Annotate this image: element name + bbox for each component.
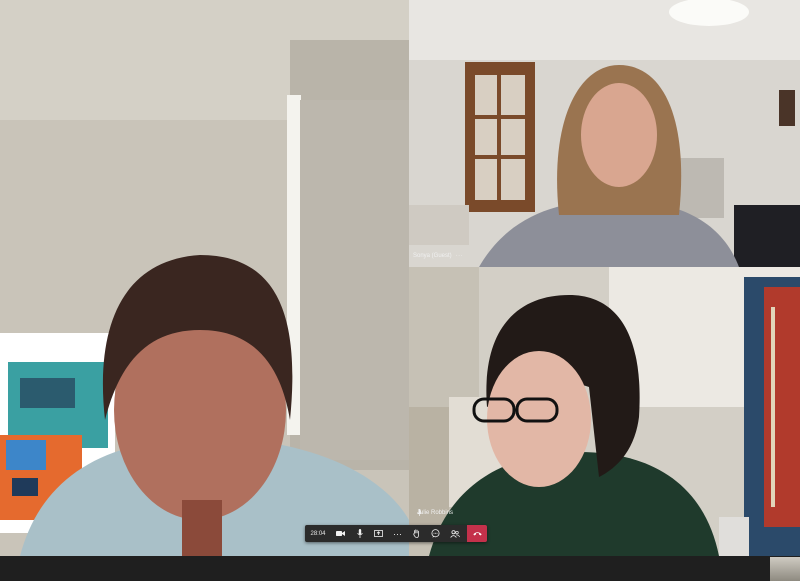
- camera-icon: [336, 531, 345, 536]
- people-icon: [449, 529, 460, 538]
- more-actions-button[interactable]: ···: [388, 525, 407, 542]
- top-right-video-feed: [409, 0, 800, 267]
- more-icon: ···: [393, 528, 402, 539]
- microphone-button[interactable]: [350, 525, 369, 542]
- bottom-strip: [0, 556, 800, 581]
- chat-button[interactable]: [426, 525, 445, 542]
- main-video-feed: [0, 0, 409, 556]
- video-tile-top-right[interactable]: Sonya (Guest) ···: [409, 0, 800, 267]
- camera-button[interactable]: [331, 525, 350, 542]
- share-screen-button[interactable]: [369, 525, 388, 542]
- meeting-controls-bar: 28:04 ···: [305, 525, 487, 542]
- participant-name-tag: Sonya (Guest) ···: [413, 252, 463, 260]
- bottom-right-video-feed: [409, 267, 800, 556]
- video-tile-main[interactable]: [0, 0, 409, 556]
- participant-name: Sonya (Guest): [413, 253, 452, 259]
- raise-hand-button[interactable]: [407, 525, 426, 542]
- self-view-thumbnail[interactable]: [770, 557, 800, 581]
- participants-button[interactable]: [445, 525, 464, 542]
- more-options-icon[interactable]: ···: [456, 252, 464, 260]
- microphone-icon: [356, 529, 363, 538]
- chat-icon: [431, 529, 440, 538]
- participant-name: Julie Robbins: [417, 510, 454, 516]
- video-tile-bottom-right[interactable]: Julie Robbins: [409, 267, 800, 556]
- hang-up-icon: [472, 532, 482, 536]
- participant-name-tag: Julie Robbins: [417, 509, 457, 517]
- hand-icon: [413, 529, 419, 538]
- hang-up-button[interactable]: [467, 525, 487, 542]
- meeting-timer: 28:04: [310, 530, 326, 537]
- share-screen-icon: [374, 529, 383, 537]
